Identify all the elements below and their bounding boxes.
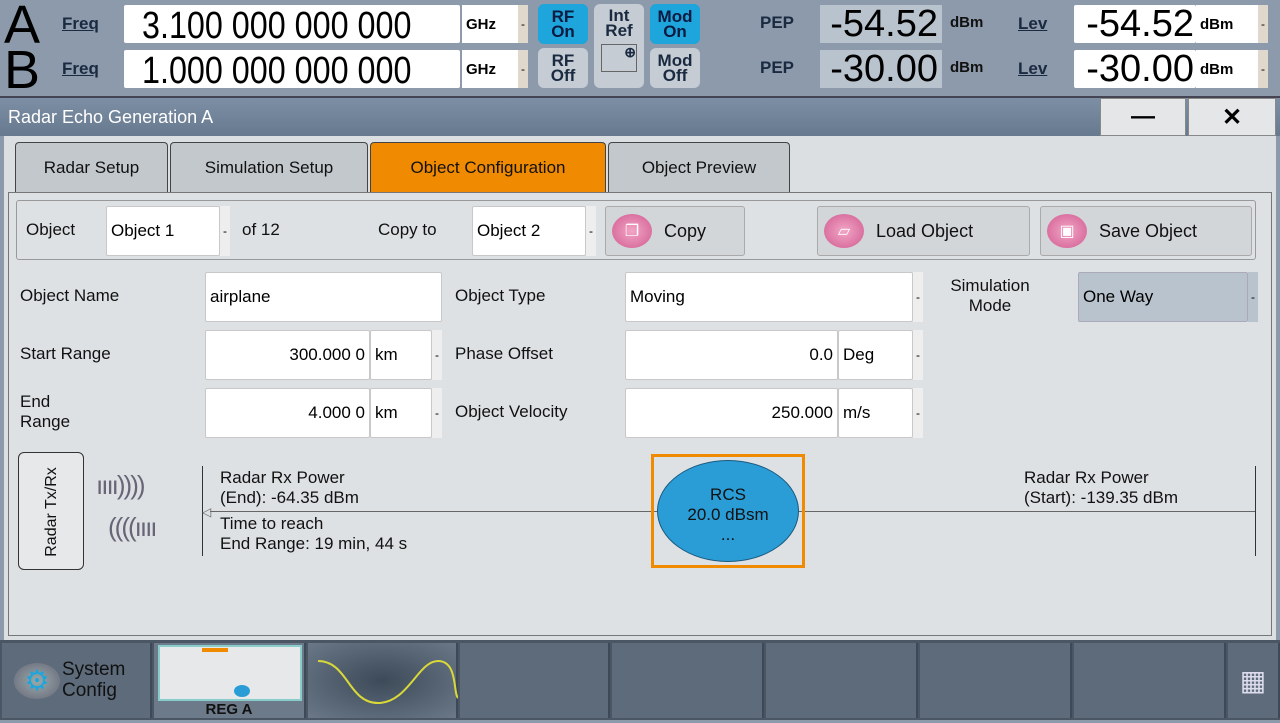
path-b-label: B	[4, 40, 41, 100]
freq-a-field[interactable]: 3.100 000 000 000	[124, 5, 460, 43]
simulation-mode-label: Simulation Mode	[950, 276, 1030, 315]
freq-a-unit[interactable]: GHz	[462, 5, 518, 43]
load-object-button[interactable]: ▱ Load Object	[817, 206, 1030, 256]
object-selection[interactable]: RCS 20.0 dBsm...	[651, 454, 805, 568]
save-object-button[interactable]: ▣ Save Object	[1040, 206, 1252, 256]
object-count: of 12	[242, 220, 280, 239]
freq-b-unit[interactable]: GHz	[462, 50, 518, 88]
close-button[interactable]: ✕	[1188, 98, 1276, 136]
arrow-left-icon: ◁	[202, 505, 212, 519]
pep-a-label: PEP	[760, 13, 795, 32]
reg-a-button[interactable]: REG A	[154, 643, 306, 718]
start-marker	[1255, 466, 1256, 556]
copy-icon: ❐	[612, 214, 652, 248]
freq-b-field[interactable]: 1.000 000 000 000	[124, 50, 460, 88]
object-dropdown[interactable]: -	[220, 206, 230, 256]
object-label: Object	[26, 220, 76, 239]
rf-b-button[interactable]: RF Off	[538, 48, 588, 88]
object-velocity-label: Object Velocity	[455, 402, 568, 421]
object-velocity-input[interactable]: 250.000	[625, 388, 838, 438]
taskbar-slot-4[interactable]	[460, 643, 610, 718]
ref-icon: ⊕	[601, 44, 637, 72]
system-config-button[interactable]: ⚙ System Config	[2, 643, 152, 718]
end-range-dropdown[interactable]: -	[432, 388, 442, 438]
start-range-input[interactable]: 300.000 0	[205, 330, 370, 380]
copy-to-select[interactable]: Object 2	[472, 206, 586, 256]
pep-a-unit: dBm	[950, 14, 984, 31]
freq-a-label[interactable]: Freq	[62, 14, 99, 34]
lev-a-dropdown[interactable]: -	[1258, 5, 1268, 43]
object-velocity-dropdown[interactable]: -	[913, 388, 923, 438]
phase-offset-input[interactable]: 0.0	[625, 330, 838, 380]
save-icon: ▣	[1047, 214, 1087, 248]
minimize-button[interactable]: —	[1100, 98, 1186, 136]
object-type-label: Object Type	[455, 286, 546, 305]
tab-radar-setup[interactable]: Radar Setup	[15, 142, 168, 192]
tab-object-configuration[interactable]: Object Configuration	[370, 142, 606, 192]
freq-b-dropdown[interactable]: -	[518, 50, 528, 88]
end-range-unit[interactable]: km	[370, 388, 432, 438]
reg-a-label: REG A	[205, 701, 253, 718]
freq-b-label[interactable]: Freq	[62, 59, 99, 79]
pep-a-value: -54.52	[820, 5, 942, 43]
object-name-input[interactable]: airplane	[205, 272, 442, 322]
object-select[interactable]: Object 1	[106, 206, 220, 256]
taskbar-slot-8[interactable]	[1074, 643, 1226, 718]
rcs-object[interactable]: RCS 20.0 dBsm...	[657, 460, 799, 562]
radar-box: Radar Tx/Rx	[18, 452, 84, 570]
taskbar-slot-7[interactable]	[920, 643, 1072, 718]
tab-simulation-setup[interactable]: Simulation Setup	[170, 142, 368, 192]
window-title: Radar Echo Generation A	[8, 107, 214, 127]
simulation-mode-select[interactable]: One Way	[1078, 272, 1248, 322]
phase-offset-dropdown[interactable]: -	[913, 330, 923, 380]
gear-icon: ⚙	[14, 663, 60, 699]
taskbar-slot-5[interactable]	[612, 643, 764, 718]
mod-b-button[interactable]: Mod Off	[650, 48, 700, 88]
time-to-reach: Time to reach End Range: 19 min, 44 s	[220, 514, 408, 553]
freq-a-dropdown[interactable]: -	[518, 5, 528, 43]
object-type-select[interactable]: Moving	[625, 272, 913, 322]
lev-a-field[interactable]: -54.52	[1074, 5, 1196, 43]
sine-wave-icon	[317, 659, 459, 705]
folder-icon: ▱	[824, 214, 864, 248]
object-type-dropdown[interactable]: -	[913, 272, 923, 322]
rx-start-power: Radar Rx Power (Start): -139.35 dBm	[1024, 468, 1179, 507]
phase-offset-unit[interactable]: Deg	[838, 330, 913, 380]
tab-object-preview[interactable]: Object Preview	[608, 142, 790, 192]
copy-button[interactable]: ❐ Copy	[605, 206, 745, 256]
lev-a-unit[interactable]: dBm	[1196, 5, 1258, 43]
pep-b-unit: dBm	[950, 59, 984, 76]
start-range-label: Start Range	[20, 344, 111, 363]
window-titlebar: Radar Echo Generation A — ✕	[0, 96, 1280, 136]
tx-waves-icon: ıııı))))	[96, 470, 146, 500]
copy-to-dropdown[interactable]: -	[586, 206, 596, 256]
pep-b-label: PEP	[760, 58, 795, 77]
phase-offset-label: Phase Offset	[455, 344, 553, 363]
rf-a-button[interactable]: RF On	[538, 4, 588, 44]
rx-waves-icon: ((((ıııı	[108, 512, 158, 542]
lev-a-label[interactable]: Lev	[1018, 14, 1047, 34]
end-range-label: End Range	[20, 392, 71, 431]
mod-a-button[interactable]: Mod On	[650, 4, 700, 44]
ref-button[interactable]: Int Ref ⊕	[594, 4, 644, 88]
object-velocity-unit[interactable]: m/s	[838, 388, 913, 438]
start-range-unit[interactable]: km	[370, 330, 432, 380]
rx-end-power: Radar Rx Power (End): -64.35 dBm	[220, 468, 359, 507]
lev-b-field[interactable]: -30.00	[1074, 50, 1196, 88]
pep-b-value: -30.00	[820, 50, 942, 88]
waveform-button[interactable]	[308, 643, 459, 718]
radar-label: Radar Tx/Rx	[43, 467, 60, 557]
lev-b-unit[interactable]: dBm	[1196, 50, 1258, 88]
end-range-input[interactable]: 4.000 0	[205, 388, 370, 438]
window-overview-icon[interactable]: ▦	[1228, 643, 1280, 718]
lev-b-dropdown[interactable]: -	[1258, 50, 1268, 88]
simulation-mode-dropdown[interactable]: -	[1248, 272, 1258, 322]
object-name-label: Object Name	[20, 286, 120, 305]
taskbar-slot-6[interactable]	[766, 643, 918, 718]
reg-a-thumbnail	[158, 645, 302, 701]
lev-b-label[interactable]: Lev	[1018, 59, 1047, 79]
copy-to-label: Copy to	[378, 220, 437, 239]
start-range-dropdown[interactable]: -	[432, 330, 442, 380]
